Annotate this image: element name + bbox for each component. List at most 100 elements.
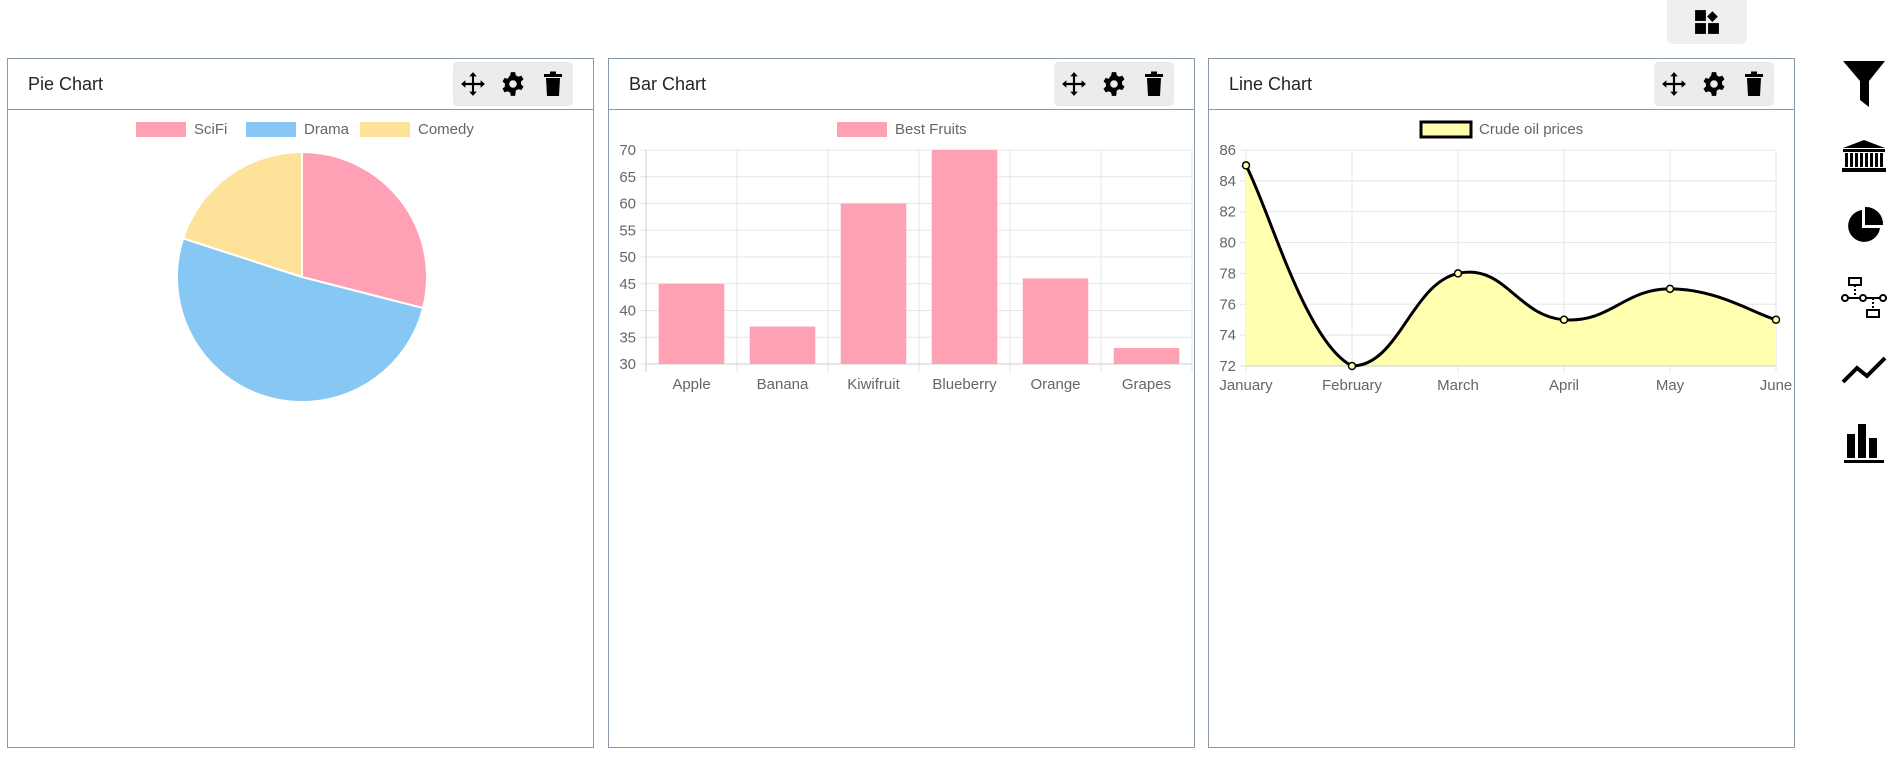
panel-actions — [1654, 62, 1774, 106]
y-tick-label: 60 — [619, 196, 636, 213]
move-arrows-icon — [1062, 72, 1086, 96]
x-tick-label: February — [1322, 377, 1383, 394]
x-tick-label: Orange — [1030, 376, 1080, 393]
trash-icon — [1745, 71, 1763, 96]
bar — [931, 150, 998, 364]
add-flowchart-button[interactable] — [1836, 270, 1892, 326]
legend-label: Drama — [304, 121, 350, 138]
panel-title: Pie Chart — [28, 74, 104, 94]
legend-label: Comedy — [418, 121, 474, 138]
y-tick-label: 76 — [1219, 296, 1236, 313]
y-tick-label: 74 — [1219, 327, 1236, 344]
panel-header: Line Chart — [1209, 59, 1794, 110]
y-tick-label: 55 — [619, 222, 636, 239]
pie-chart-icon — [1848, 206, 1884, 242]
y-tick-label: 72 — [1219, 358, 1236, 375]
add-bank-chart-button[interactable] — [1836, 128, 1892, 184]
bar-chart-panel: Bar Chart Best Fruits 30 35 40 45 50 55 60 65 70 A… — [608, 58, 1195, 748]
legend-swatch — [136, 122, 186, 137]
legend-label: SciFi — [194, 121, 227, 138]
delete-button[interactable] — [1734, 62, 1774, 106]
x-tick-label: May — [1656, 377, 1685, 394]
dashboard-icon — [1695, 10, 1719, 34]
data-point — [1559, 315, 1569, 324]
bar-chart-icon — [1844, 424, 1884, 463]
panel-header: Bar Chart — [609, 59, 1194, 110]
y-tick-label: 86 — [1219, 142, 1236, 159]
move-arrows-icon — [1662, 72, 1686, 96]
gear-icon — [502, 72, 524, 96]
y-tick-label: 35 — [619, 329, 636, 346]
add-funnel-chart-button[interactable] — [1836, 56, 1892, 112]
delete-button[interactable] — [1134, 62, 1174, 106]
pie-chart-panel: Pie Chart SciFi Drama Comedy — [7, 58, 594, 748]
data-point — [1241, 161, 1251, 170]
bank-chart-icon — [1842, 140, 1886, 172]
data-point — [1771, 315, 1781, 324]
bar — [1022, 278, 1089, 364]
y-tick-label: 50 — [619, 249, 636, 266]
panel-header: Pie Chart — [8, 59, 593, 110]
pie-chart: SciFi Drama Comedy — [136, 121, 474, 403]
legend-swatch — [837, 122, 887, 137]
y-tick-label: 65 — [619, 169, 636, 186]
x-tick-label: April — [1549, 377, 1579, 394]
legend-swatch — [360, 122, 410, 137]
move-button[interactable] — [1654, 62, 1694, 106]
x-tick-label: March — [1437, 377, 1479, 394]
bar — [658, 283, 725, 364]
settings-button[interactable] — [1094, 62, 1134, 106]
chart-area: SciFi Drama Comedy — [8, 110, 593, 747]
legend-swatch — [246, 122, 296, 137]
y-tick-label: 70 — [619, 142, 636, 159]
x-tick-label: Grapes — [1122, 376, 1171, 393]
bar-chart: Best Fruits 30 35 40 45 50 55 60 65 70 Apple Banana… — [619, 121, 1193, 393]
move-button[interactable] — [1054, 62, 1094, 106]
line-chart-panel: Line Chart Crude oil prices 72 74 76 78 80 82 8… — [1208, 58, 1795, 748]
x-tick-label: Blueberry — [932, 376, 997, 393]
chart-area: Best Fruits 30 35 40 45 50 55 60 65 70 Apple Banana… — [609, 110, 1194, 747]
y-tick-label: 30 — [619, 356, 636, 373]
panel-title: Bar Chart — [629, 74, 707, 94]
funnel-chart-icon — [1843, 61, 1885, 107]
settings-button[interactable] — [493, 62, 533, 106]
y-tick-label: 45 — [619, 276, 636, 293]
y-tick-label: 82 — [1219, 204, 1236, 221]
legend-label: Best Fruits — [895, 121, 967, 138]
area-fill — [1246, 165, 1776, 366]
bar — [840, 203, 907, 364]
add-pie-chart-button[interactable] — [1836, 198, 1892, 254]
y-tick-label: 84 — [1219, 173, 1236, 190]
y-tick-label: 40 — [619, 303, 636, 320]
trash-icon — [544, 71, 562, 96]
move-arrows-icon — [461, 72, 485, 96]
delete-button[interactable] — [533, 62, 573, 106]
bar — [749, 326, 816, 364]
line-chart-icon — [1841, 356, 1887, 384]
add-bar-chart-button[interactable] — [1836, 414, 1892, 470]
settings-button[interactable] — [1694, 62, 1734, 106]
trash-icon — [1145, 71, 1163, 96]
x-tick-label: Kiwifruit — [847, 376, 900, 393]
flowchart-icon — [1841, 277, 1887, 318]
y-tick-label: 78 — [1219, 265, 1236, 282]
line-chart: Crude oil prices 72 74 76 78 80 82 84 86 January F… — [1219, 120, 1793, 394]
x-tick-label: June — [1760, 377, 1793, 394]
data-point — [1347, 361, 1357, 371]
add-line-chart-button[interactable] — [1836, 342, 1892, 398]
layout-button[interactable] — [1667, 0, 1747, 44]
x-tick-label: Apple — [672, 376, 710, 393]
legend-swatch — [1419, 120, 1473, 139]
data-point — [1453, 269, 1463, 278]
panel-actions — [453, 62, 573, 106]
chart-area: Crude oil prices 72 74 76 78 80 82 84 86 January F… — [1209, 110, 1794, 747]
panel-actions — [1054, 62, 1174, 106]
gear-icon — [1703, 72, 1725, 96]
panel-title: Line Chart — [1229, 74, 1313, 94]
legend-label: Crude oil prices — [1479, 121, 1583, 138]
y-tick-label: 80 — [1219, 235, 1236, 252]
x-tick-label: Banana — [757, 376, 809, 393]
move-button[interactable] — [453, 62, 493, 106]
x-tick-label: January — [1219, 377, 1273, 394]
bar — [1113, 347, 1180, 364]
